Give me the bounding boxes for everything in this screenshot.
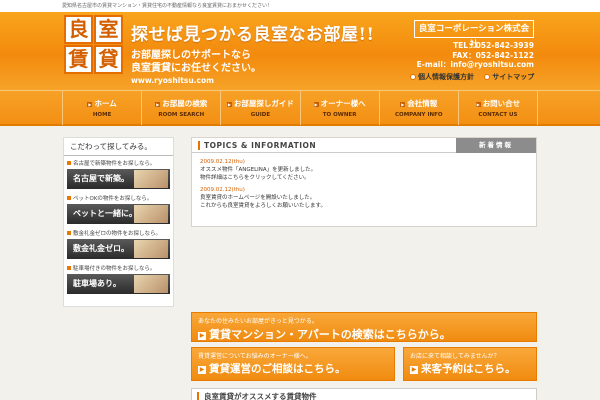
top-tagline: 愛知県名古屋市の賃貸マンション・賃貸住宅の不動産情報なら良室賃貸におまかせくださ… <box>0 0 600 12</box>
square-bullet-icon <box>67 196 71 200</box>
sidebar-item-parking[interactable]: 駐車場付きの物件をお探しなら。 駐車場あり。 <box>67 265 170 296</box>
news-item[interactable]: 2009.02.12(thu) 良室賃貸のホームページを開設いたしました。 これ… <box>200 186 528 210</box>
news-date: 2009.02.12(thu) <box>200 159 245 165</box>
bullet-icon <box>484 74 491 80</box>
logo-char: 室 <box>94 15 123 44</box>
car-photo <box>134 275 168 293</box>
square-bullet-icon <box>67 231 71 235</box>
contact-info: TEL：052-842-3939 FAX：052-842-1122 E-mail… <box>417 41 534 70</box>
sitemap-link[interactable]: サイトマップ <box>484 73 534 81</box>
site-url: www.ryoshitsu.com <box>131 76 214 85</box>
logo-char: 賃 <box>64 45 93 74</box>
page: 愛知県名古屋市の賃貸マンション・賃貸住宅の不動産情報なら良室賃貸におまかせくださ… <box>0 0 600 400</box>
nav-home[interactable]: ▶ ホーム HOME <box>62 91 141 125</box>
header-catchphrase: 探せば見つかる良室なお部屋!! <box>131 25 375 45</box>
tel: TEL：052-842-3939 <box>453 41 534 50</box>
news-date: 2009.02.12(thu) <box>200 187 245 193</box>
header-subtext: 良室賃貸にお任せください。 <box>131 63 261 74</box>
privacy-link[interactable]: 個人情報保護方針 <box>410 73 474 81</box>
email[interactable]: E-mail：info@ryoshitsu.com <box>417 60 534 70</box>
news-list: 2009.02.12(thu) オススメ物件「ANGELINA」を更新しました。… <box>192 153 536 219</box>
bullet-icon <box>410 74 416 80</box>
heading-bar <box>197 392 199 400</box>
arrow-right-icon: ▶ <box>475 102 481 107</box>
arrow-right-icon: ▶ <box>410 366 418 374</box>
logo-char: 良 <box>64 15 93 44</box>
sidebar-item-pet[interactable]: ペットOKの物件をお探しなら。 ペットと一緒に。 <box>67 195 170 226</box>
global-nav: ▶ ホーム HOME ▶ お部屋の検索 ROOM SEARCH ▶ お部屋探しガイド GUI… <box>0 90 600 126</box>
header-links: 個人情報保護方針 サイトマップ <box>410 72 542 82</box>
square-bullet-icon <box>67 161 71 165</box>
nav-company-info[interactable]: ▶ 会社情報 COMPANY INFO <box>378 91 458 125</box>
nav-to-owner[interactable]: ▶ オーナー様へ TO OWNER <box>299 91 379 125</box>
recommended-heading: 良室賃貸がオススメする賃貸物件 <box>191 388 537 400</box>
square-bullet-icon <box>67 266 71 270</box>
news-item[interactable]: 2009.02.12(thu) オススメ物件「ANGELINA」を更新しました。… <box>200 158 528 182</box>
sidebar-item-new[interactable]: 名古屋で新築物件をお探しなら。 名古屋で新築。 <box>67 160 170 191</box>
nav-contact[interactable]: ▶ お問い合せ CONTACT US <box>457 91 539 125</box>
arrow-right-icon: ▶ <box>226 102 232 107</box>
site-logo[interactable]: 良 室 賃 貸 <box>64 15 124 75</box>
topics-new-label: 新着情報 <box>456 138 536 153</box>
sidebar-title: こだわって探してみる。 <box>64 138 173 156</box>
topics-header: TOPICS & INFORMATION 新着情報 <box>192 138 536 153</box>
arrow-right-icon: ▶ <box>87 102 93 107</box>
building-photo <box>134 170 168 188</box>
arrow-right-icon: ▶ <box>198 332 206 340</box>
sidebar: こだわって探してみる。 名古屋で新築物件をお探しなら。 名古屋で新築。 ペットO… <box>63 137 174 307</box>
arrow-right-icon: ▶ <box>400 102 406 107</box>
dog-photo <box>134 205 168 223</box>
owner-consult-banner[interactable]: 賃貸運営についてお悩みのオーナー様へ。 ▶ 賃貸運営のご相談はこちら。 <box>191 347 395 381</box>
search-banner[interactable]: あなたの住みたいお部屋がきっと見つかる。 ▶ 賃貸マンション・アパートの検索はこち… <box>191 312 537 342</box>
visit-reservation-banner[interactable]: お店に来て相談してみませんか？ ▶ 来客予約はこちら。 <box>403 347 537 381</box>
topics-panel: TOPICS & INFORMATION 新着情報 2009.02.12(thu… <box>191 137 537 227</box>
company-name: 良室コーポレーション株式会社 <box>414 20 534 50</box>
topics-title: TOPICS & INFORMATION <box>204 141 317 150</box>
sidebar-item-zero-deposit[interactable]: 敷金礼金ゼロの物件をお探しなら。 敷金礼金ゼロ。 <box>67 230 170 261</box>
nav-room-search[interactable]: ▶ お部屋の検索 ROOM SEARCH <box>141 91 220 125</box>
arrow-right-icon: ▶ <box>155 102 161 107</box>
arrow-right-icon: ▶ <box>313 102 319 107</box>
heading-bar <box>198 141 200 150</box>
logo-char: 貸 <box>94 45 123 74</box>
fax: FAX：052-842-1122 <box>452 50 534 60</box>
coin-photo <box>134 240 168 258</box>
nav-guide[interactable]: ▶ お部屋探しガイド GUIDE <box>220 91 299 125</box>
arrow-right-icon: ▶ <box>198 366 206 374</box>
